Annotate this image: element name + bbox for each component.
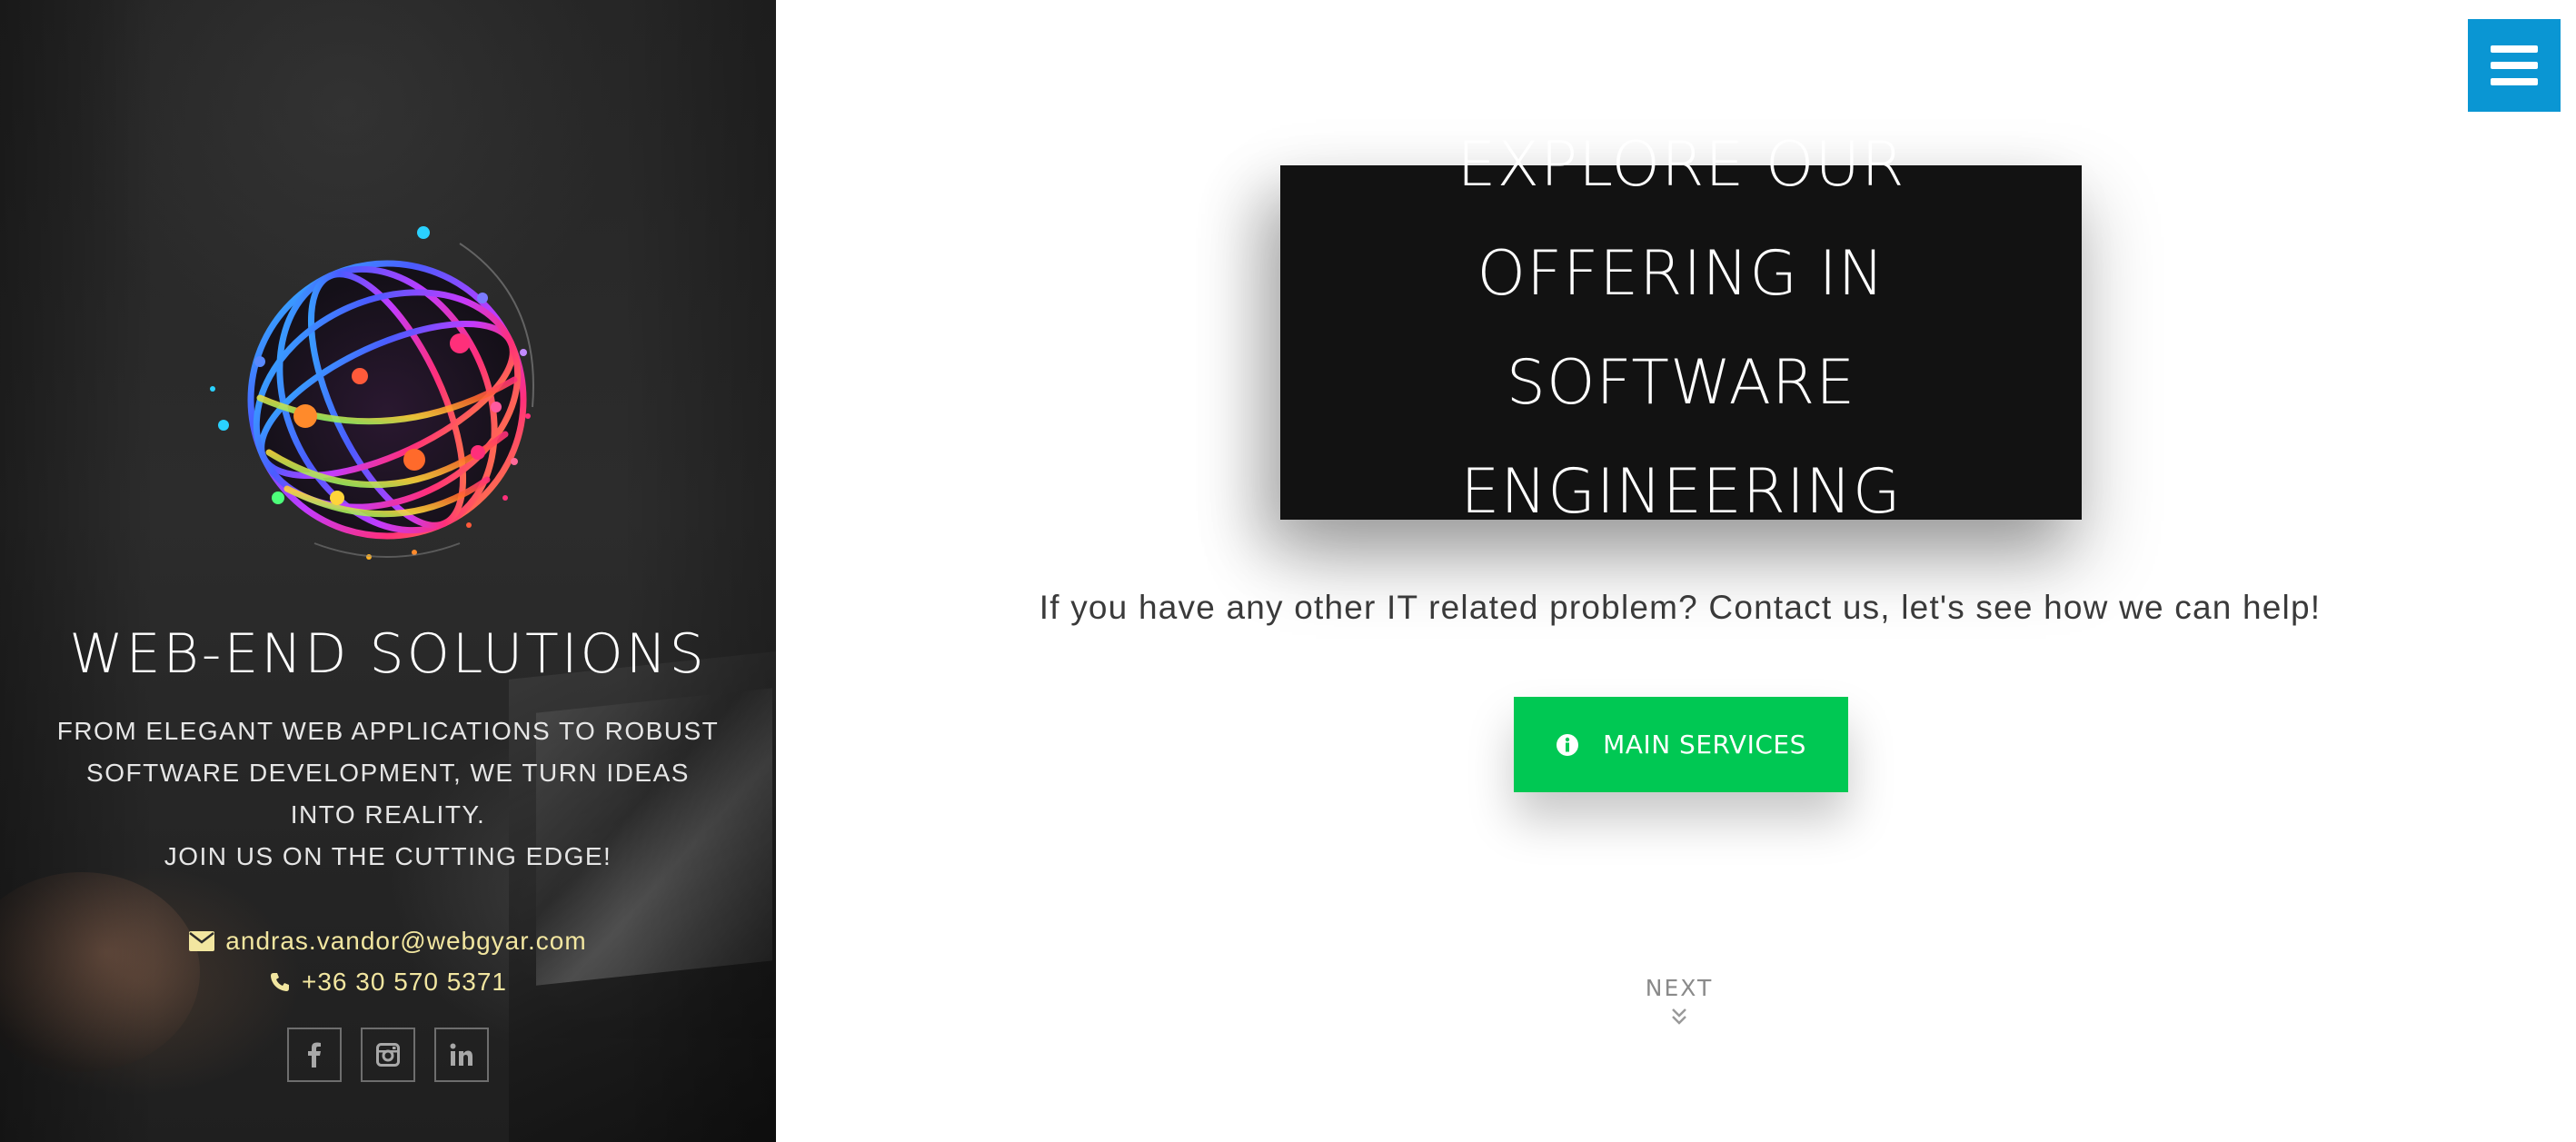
facebook-icon xyxy=(308,1042,321,1068)
sidebar: WEB-END SOLUTIONS FROM ELEGANT WEB APPLI… xyxy=(0,0,776,1142)
main-services-label: MAIN SERVICES xyxy=(1603,730,1806,760)
tagline: FROM ELEGANT WEB APPLICATIONS TO ROBUST … xyxy=(55,710,721,878)
hero-title: EXPLORE OUR OFFERING IN SOFTWARE ENGINEE… xyxy=(1457,129,1905,528)
contact-info: andras.vandor@webgyar.com +36 30 570 537… xyxy=(0,920,776,1002)
linkedin-button[interactable] xyxy=(434,1028,489,1082)
double-chevron-down-icon xyxy=(1672,1008,1686,1025)
brand-title: WEB-END SOLUTIONS xyxy=(69,622,707,686)
next-section-link[interactable]: NEXT xyxy=(1634,975,1725,1027)
hero-subtext: If you have any other IT related problem… xyxy=(1039,589,2322,626)
hero-box: EXPLORE OUR OFFERING IN SOFTWARE ENGINEE… xyxy=(1280,129,2082,528)
info-circle-icon xyxy=(1557,733,1579,756)
facebook-button[interactable] xyxy=(287,1028,342,1082)
instagram-icon xyxy=(376,1043,400,1067)
email-link[interactable]: andras.vandor@webgyar.com xyxy=(0,920,776,961)
tagline-line-2: JOIN US ON THE CUTTING EDGE! xyxy=(164,842,612,870)
hamburger-menu-icon xyxy=(2491,45,2538,53)
phone-icon xyxy=(271,972,289,991)
main-services-button[interactable]: MAIN SERVICES xyxy=(1514,697,1848,792)
next-label: NEXT xyxy=(1645,975,1714,1001)
tagline-line-1: FROM ELEGANT WEB APPLICATIONS TO ROBUST … xyxy=(56,717,720,829)
main-content: EXPLORE OUR OFFERING IN SOFTWARE ENGINEE… xyxy=(776,0,2576,1142)
phone-text: +36 30 570 5371 xyxy=(302,968,507,996)
globe-logo xyxy=(210,226,534,560)
instagram-button[interactable] xyxy=(361,1028,415,1082)
social-links xyxy=(287,1028,489,1082)
hamburger-menu-button[interactable] xyxy=(2468,19,2561,112)
envelope-icon xyxy=(189,930,215,951)
email-text: andras.vandor@webgyar.com xyxy=(225,927,587,955)
linkedin-icon xyxy=(450,1043,472,1066)
phone-link[interactable]: +36 30 570 5371 xyxy=(0,961,776,1002)
